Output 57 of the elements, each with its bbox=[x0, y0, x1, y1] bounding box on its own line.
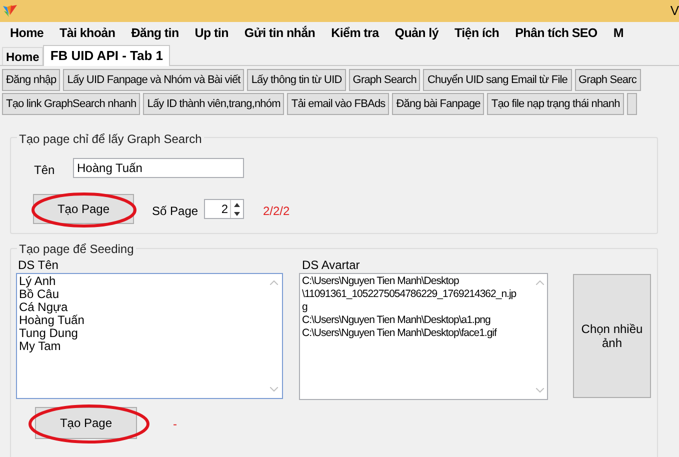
menu-item[interactable]: Quản lý bbox=[394, 24, 439, 43]
toolbar-button[interactable]: Lấy thông tin từ UID bbox=[247, 69, 346, 91]
menu-item[interactable]: Up tin bbox=[194, 24, 228, 43]
name-line: My Tam bbox=[19, 340, 61, 353]
menu-item[interactable]: M bbox=[613, 24, 624, 43]
toolbar-button[interactable]: Lấy ID thành viên,trang,nhóm bbox=[143, 93, 284, 115]
toolbar-button[interactable]: Graph Search bbox=[348, 69, 420, 91]
toolbar-button[interactable]: Graph Searc bbox=[574, 69, 640, 91]
name-input[interactable]: Hoàng Tuấn bbox=[73, 158, 244, 178]
group-legend: Tạo page chỉ để lấy Graph Search bbox=[17, 130, 204, 148]
group-legend: Tạo page để Seeding bbox=[17, 240, 136, 258]
menu-item[interactable]: Home bbox=[10, 24, 44, 43]
path-line: C:\Users\Nguyen Tien Manh\Desktop bbox=[302, 275, 459, 288]
path-line: \11091361_1052275054786229_1769214362_n.jp bbox=[302, 288, 516, 301]
pick-images-button[interactable]: Chọn nhiều ảnh bbox=[573, 274, 651, 398]
create-page-button[interactable]: Tạo Page bbox=[35, 407, 137, 439]
status-text: - bbox=[173, 416, 177, 433]
menu-item[interactable]: Đăng tin bbox=[131, 24, 179, 43]
scroll-down-icon[interactable] bbox=[536, 388, 544, 393]
names-label: DS Tên bbox=[18, 257, 58, 274]
toolbar-button[interactable]: Đăng nhập bbox=[2, 69, 60, 91]
toolbar-button[interactable]: Tải email vào FBAds bbox=[287, 93, 390, 115]
tab[interactable]: FB UID API - Tab 1 bbox=[43, 45, 170, 66]
page-count-spinner[interactable]: 2 bbox=[204, 199, 244, 219]
toolbar-button[interactable]: Lấy UID Fanpage và Nhóm và Bài viết bbox=[63, 69, 244, 91]
up-arrow-icon[interactable] bbox=[234, 202, 240, 206]
name-line: Hoàng Tuấn bbox=[19, 314, 84, 327]
toolbar-button[interactable] bbox=[626, 93, 637, 115]
menu-item[interactable]: Tài khoản bbox=[60, 24, 116, 43]
scroll-up-icon[interactable] bbox=[270, 280, 278, 285]
names-textarea[interactable]: Lý Anh Bồ Câu Cá Ngựa Hoàng Tuấn Tung Dung My Tam bbox=[16, 273, 283, 399]
menu-item[interactable]: Gửi tin nhắn bbox=[244, 24, 316, 43]
scroll-down-icon[interactable] bbox=[270, 387, 278, 392]
name-label: Tên bbox=[34, 162, 55, 179]
app-logo-icon bbox=[2, 3, 18, 19]
window-title: V bbox=[670, 2, 679, 20]
menu-item[interactable]: Tiện ích bbox=[454, 24, 500, 43]
toolbar-button[interactable]: Tạo file nạp trạng thái nhanh bbox=[487, 93, 624, 115]
path-line: C:\Users\Nguyen Tien Manh\Desktop\a1.png bbox=[302, 314, 490, 327]
name-line: Lý Anh bbox=[19, 275, 56, 288]
name-line: Tung Dung bbox=[19, 327, 78, 340]
tab[interactable]: Home bbox=[2, 47, 44, 65]
status-text: 2/2/2 bbox=[263, 203, 290, 220]
scroll-up-icon[interactable] bbox=[536, 280, 544, 285]
down-arrow-icon[interactable] bbox=[234, 212, 240, 216]
name-line: Bồ Câu bbox=[19, 288, 60, 301]
name-line: Cá Ngựa bbox=[19, 301, 68, 314]
page-count-label: Số Page bbox=[152, 203, 198, 220]
avatars-label: DS Avartar bbox=[302, 257, 360, 274]
path-line: g bbox=[302, 301, 308, 314]
path-line: C:\Users\Nguyen Tien Manh\Desktop\face1.gif bbox=[302, 327, 496, 340]
menu-item[interactable]: Phân tích SEO bbox=[515, 24, 598, 43]
toolbar-button[interactable]: Tạo link GraphSearch nhanh bbox=[2, 93, 140, 115]
toolbar-button[interactable]: Đăng bài Fanpage bbox=[392, 93, 484, 115]
menu-item[interactable]: Kiểm tra bbox=[331, 24, 379, 43]
avatars-textarea[interactable]: C:\Users\Nguyen Tien Manh\Desktop \11091361_1052275054786229_1769214362_n.jp g C:\Users\Nguyen Tien Manh\Desktop\a1.png C:\Users\Nguyen Tien Manh\Desktop\face1.gif bbox=[299, 273, 548, 400]
toolbar-button[interactable]: Chuyển UID sang Email từ File bbox=[423, 69, 572, 91]
